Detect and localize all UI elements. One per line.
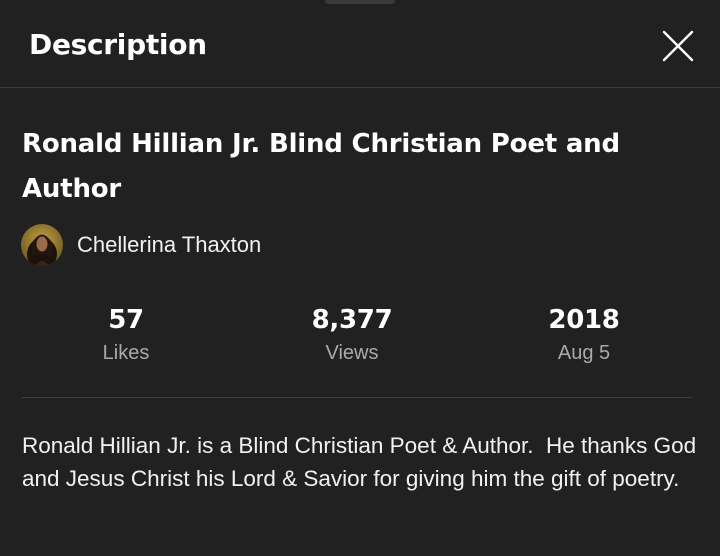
channel-name[interactable]: Chellerina Thaxton: [77, 230, 261, 260]
close-icon: [662, 30, 694, 62]
stats-row: 57 Likes 8,377 Views 2018 Aug 5: [0, 302, 720, 372]
views-count: 8,377: [311, 305, 393, 335]
video-title: Ronald Hillian Jr. Blind Christian Poet …: [22, 129, 620, 204]
divider: [22, 397, 692, 398]
panel-title: Description: [29, 28, 207, 61]
channel-link[interactable]: Chellerina Thaxton: [21, 224, 261, 266]
upload-year: 2018: [548, 305, 620, 335]
likes-count: 57: [108, 305, 144, 335]
upload-date: Aug 5: [557, 342, 611, 364]
views-label: Views: [325, 342, 379, 364]
close-button[interactable]: [658, 26, 698, 66]
panel-header: Description: [0, 0, 720, 88]
description-panel: Description Ronald Hillian Jr. Blind Chr…: [0, 0, 720, 556]
likes-label: Likes: [102, 342, 150, 364]
avatar[interactable]: [21, 224, 63, 266]
date-stat: 2018 Aug 5: [484, 302, 684, 366]
views-stat: 8,377 Views: [252, 302, 452, 366]
likes-stat: 57 Likes: [26, 302, 226, 366]
description-text: Ronald Hillian Jr. is a Blind Christian …: [22, 433, 703, 491]
